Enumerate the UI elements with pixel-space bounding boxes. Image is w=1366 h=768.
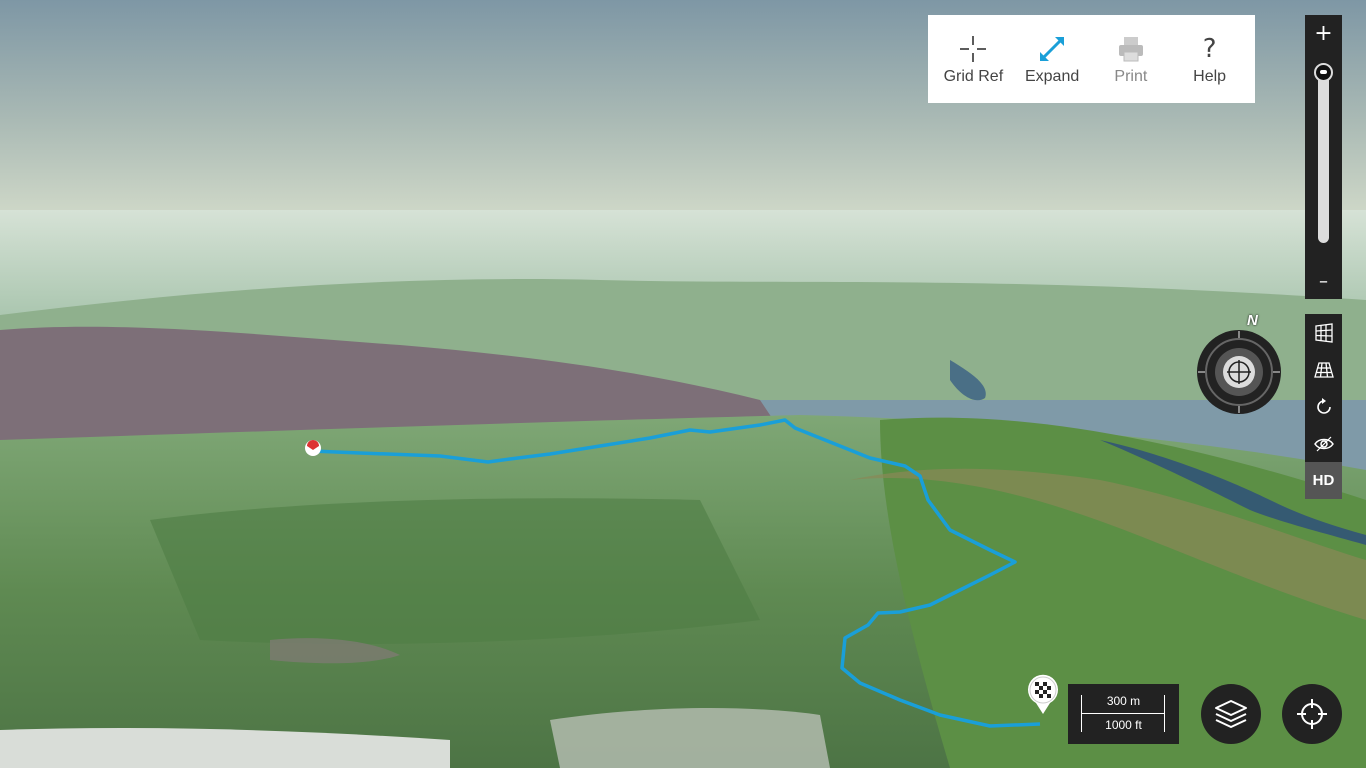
help-button[interactable]: ? Help [1173,19,1247,99]
printer-icon [1116,32,1146,66]
locate-button[interactable] [1282,684,1342,744]
toolbar: Grid Ref Expand Print ? Help [928,15,1255,103]
map-view[interactable] [0,0,1366,768]
zoom-in-button[interactable]: + [1305,15,1342,51]
grid-ref-label: Grid Ref [943,68,1004,85]
view-tools: HD [1305,314,1342,499]
layers-button[interactable] [1201,684,1261,744]
quarry-2 [550,708,830,768]
help-label: Help [1193,68,1227,85]
map-grid-icon [1314,322,1333,343]
print-button[interactable]: Print [1094,19,1168,99]
zoom-slider-track[interactable] [1318,67,1329,243]
layers-icon [1215,700,1247,728]
grid-ref-button[interactable]: Grid Ref [936,19,1010,99]
hd-toggle[interactable]: HD [1305,462,1342,499]
terrain-grid-button[interactable] [1305,351,1342,388]
fields-patch [150,498,760,644]
expand-button[interactable]: Expand [1015,19,1089,99]
locate-icon [1297,699,1327,729]
scale-imperial: 1000 ft [1105,718,1142,732]
crosshair-icon [958,32,988,66]
zoom-control: + – [1305,15,1342,299]
print-label: Print [1114,68,1148,85]
start-marker-icon [305,440,321,456]
rotate-button[interactable] [1305,388,1342,425]
terrain-grid-icon [1313,361,1334,378]
zoom-slider-handle[interactable] [1314,63,1333,82]
scale-metric: 300 m [1106,694,1141,708]
scale-bar: 300 m 1000 ft [1068,684,1179,744]
compass-north-label: N [1247,312,1258,329]
map-grid-button[interactable] [1305,314,1342,351]
compass[interactable]: N [1197,312,1285,416]
compass-icon [1197,330,1281,414]
eye-icon [1313,436,1334,451]
help-icon: ? [1202,34,1217,64]
expand-label: Expand [1024,68,1080,85]
zoom-out-button[interactable]: – [1305,263,1342,299]
visibility-button[interactable] [1305,425,1342,462]
expand-icon [1037,32,1067,66]
rotate-icon [1316,397,1331,414]
